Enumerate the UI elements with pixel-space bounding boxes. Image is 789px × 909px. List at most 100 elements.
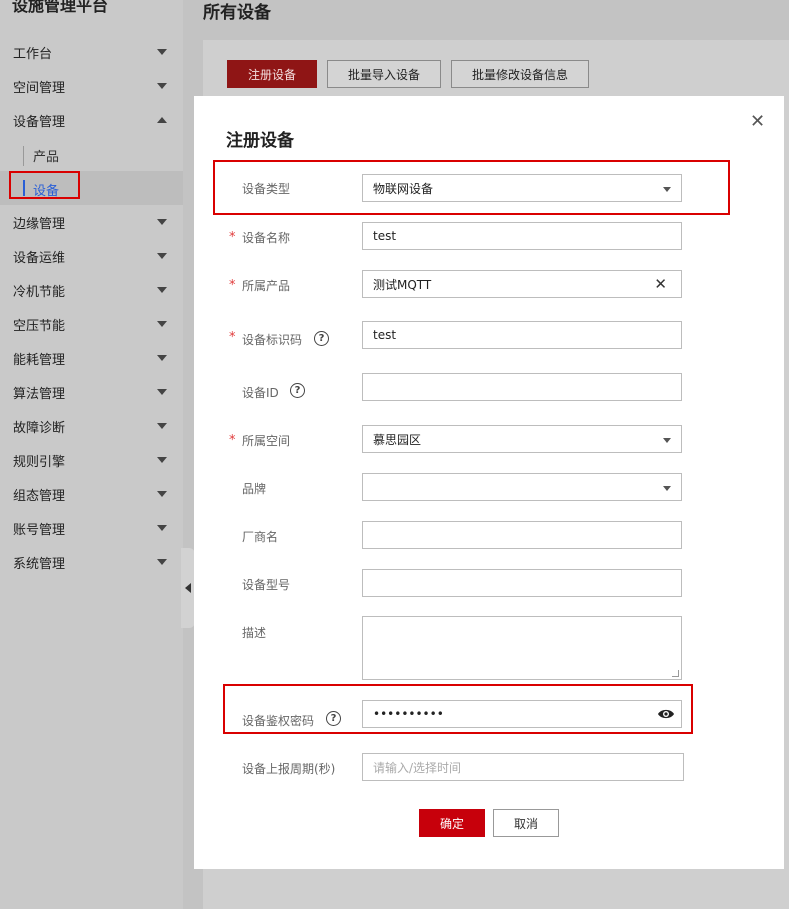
required-mark: * [229, 433, 236, 448]
chevron-down-icon [157, 355, 167, 361]
menu-label: 故障诊断 [13, 420, 66, 436]
caret-down-icon [663, 438, 671, 443]
manufacturer-label: 厂商名 [242, 530, 279, 544]
highlight-box-nav [9, 171, 80, 199]
chevron-down-icon [157, 491, 167, 497]
menu-item-device-mgmt[interactable]: 设备管理 [0, 103, 183, 137]
eye-icon[interactable] [657, 707, 675, 721]
batch-edit-button[interactable]: 批量修改设备信息 [451, 60, 589, 88]
auth-password-label: 设备鉴权密码 [242, 714, 315, 728]
device-identifier-input[interactable]: test [362, 321, 682, 349]
chevron-down-icon [157, 83, 167, 89]
auth-password-input[interactable]: •••••••••• [362, 700, 682, 728]
menu-item-workbench[interactable]: 工作台 [0, 35, 183, 69]
chevron-up-icon [157, 117, 167, 123]
menu-label: 冷机节能 [13, 284, 66, 300]
brand-label: 品牌 [242, 482, 267, 496]
device-name-value: test [373, 229, 397, 243]
help-icon[interactable]: ? [314, 331, 329, 346]
chevron-down-icon [157, 219, 167, 225]
menu-item-chiller[interactable]: 冷机节能 [0, 273, 183, 307]
resize-grip-icon[interactable] [672, 670, 679, 677]
chevron-down-icon [157, 423, 167, 429]
menu-item-space[interactable]: 空间管理 [0, 69, 183, 103]
chevron-down-icon [157, 253, 167, 259]
menu-label: 边缘管理 [13, 216, 66, 232]
product-select[interactable]: 测试MQTT ✕ [362, 270, 682, 298]
device-identifier-label: 设备标识码 [242, 333, 303, 347]
menu-label: 系统管理 [13, 556, 66, 572]
device-id-input[interactable] [362, 373, 682, 401]
product-label: 所属产品 [242, 279, 291, 293]
sidebar-item-products[interactable]: 产品 [0, 137, 183, 171]
space-select[interactable]: 慕思园区 [362, 425, 682, 453]
required-mark: * [229, 330, 236, 345]
menu-item-air-compressor[interactable]: 空压节能 [0, 307, 183, 341]
manufacturer-input[interactable] [362, 521, 682, 549]
register-device-dialog: 注册设备 ✕ 设备类型 物联网设备 * 设备名称 test * 所属产品 测试M… [194, 96, 784, 869]
report-period-input[interactable]: 请输入/选择时间 [362, 753, 684, 781]
device-type-label: 设备类型 [242, 182, 291, 196]
product-value: 测试MQTT [373, 277, 432, 292]
chevron-left-icon [185, 583, 191, 593]
menu-item-accounts[interactable]: 账号管理 [0, 511, 183, 545]
menu-item-fault[interactable]: 故障诊断 [0, 409, 183, 443]
required-mark: * [229, 230, 236, 245]
menu-label: 设备运维 [13, 250, 66, 266]
chevron-down-icon [157, 389, 167, 395]
chevron-down-icon [157, 525, 167, 531]
menu-item-edge[interactable]: 边缘管理 [0, 205, 183, 239]
auth-password-value: •••••••••• [373, 707, 444, 721]
help-icon[interactable]: ? [326, 711, 341, 726]
menu-label: 组态管理 [13, 488, 66, 504]
menu-label: 算法管理 [13, 386, 66, 402]
menu-item-rules[interactable]: 规则引擎 [0, 443, 183, 477]
menu-label: 空压节能 [13, 318, 66, 334]
menu-item-ops[interactable]: 设备运维 [0, 239, 183, 273]
help-icon[interactable]: ? [290, 383, 305, 398]
space-value: 慕思园区 [373, 432, 422, 447]
batch-import-button[interactable]: 批量导入设备 [327, 60, 441, 88]
space-label: 所属空间 [242, 434, 291, 448]
device-id-label: 设备ID [242, 386, 279, 400]
chevron-down-icon [157, 321, 167, 327]
model-input[interactable] [362, 569, 682, 597]
device-name-input[interactable]: test [362, 222, 682, 250]
caret-down-icon [663, 486, 671, 491]
device-type-select[interactable]: 物联网设备 [362, 174, 682, 202]
menu-item-config[interactable]: 组态管理 [0, 477, 183, 511]
confirm-button[interactable]: 确定 [419, 809, 485, 837]
menu-label: 账号管理 [13, 522, 66, 538]
menu-item-algorithm[interactable]: 算法管理 [0, 375, 183, 409]
submenu-label: 产品 [33, 150, 60, 165]
caret-down-icon [663, 187, 671, 192]
device-identifier-value: test [373, 328, 397, 342]
cancel-button[interactable]: 取消 [493, 809, 559, 837]
menu-item-energy[interactable]: 能耗管理 [0, 341, 183, 375]
report-period-label: 设备上报周期(秒) [242, 762, 336, 776]
required-mark: * [229, 278, 236, 293]
register-device-button[interactable]: 注册设备 [227, 60, 317, 88]
sidebar-collapse-handle[interactable] [181, 548, 195, 628]
chevron-down-icon [157, 559, 167, 565]
sidebar: 设施管理平台 工作台 空间管理 设备管理 产品 设备 边缘管理 设备运维 冷机节… [0, 0, 183, 909]
dialog-title: 注册设备 [226, 131, 294, 151]
chevron-down-icon [157, 49, 167, 55]
menu-label: 空间管理 [13, 80, 66, 96]
chevron-down-icon [157, 287, 167, 293]
close-icon[interactable]: ✕ [750, 111, 765, 132]
clear-icon[interactable]: ✕ [654, 275, 667, 293]
report-period-placeholder: 请输入/选择时间 [373, 760, 462, 775]
model-label: 设备型号 [242, 578, 291, 592]
menu-label: 设备管理 [13, 114, 66, 130]
menu-item-system[interactable]: 系统管理 [0, 545, 183, 579]
menu-label: 规则引擎 [13, 454, 66, 470]
description-textarea[interactable] [362, 616, 682, 680]
description-label: 描述 [242, 626, 267, 640]
menu-label: 能耗管理 [13, 352, 66, 368]
device-type-value: 物联网设备 [373, 181, 434, 196]
chevron-down-icon [157, 457, 167, 463]
menu-label: 工作台 [13, 46, 53, 62]
device-name-label: 设备名称 [242, 231, 291, 245]
brand-select[interactable] [362, 473, 682, 501]
